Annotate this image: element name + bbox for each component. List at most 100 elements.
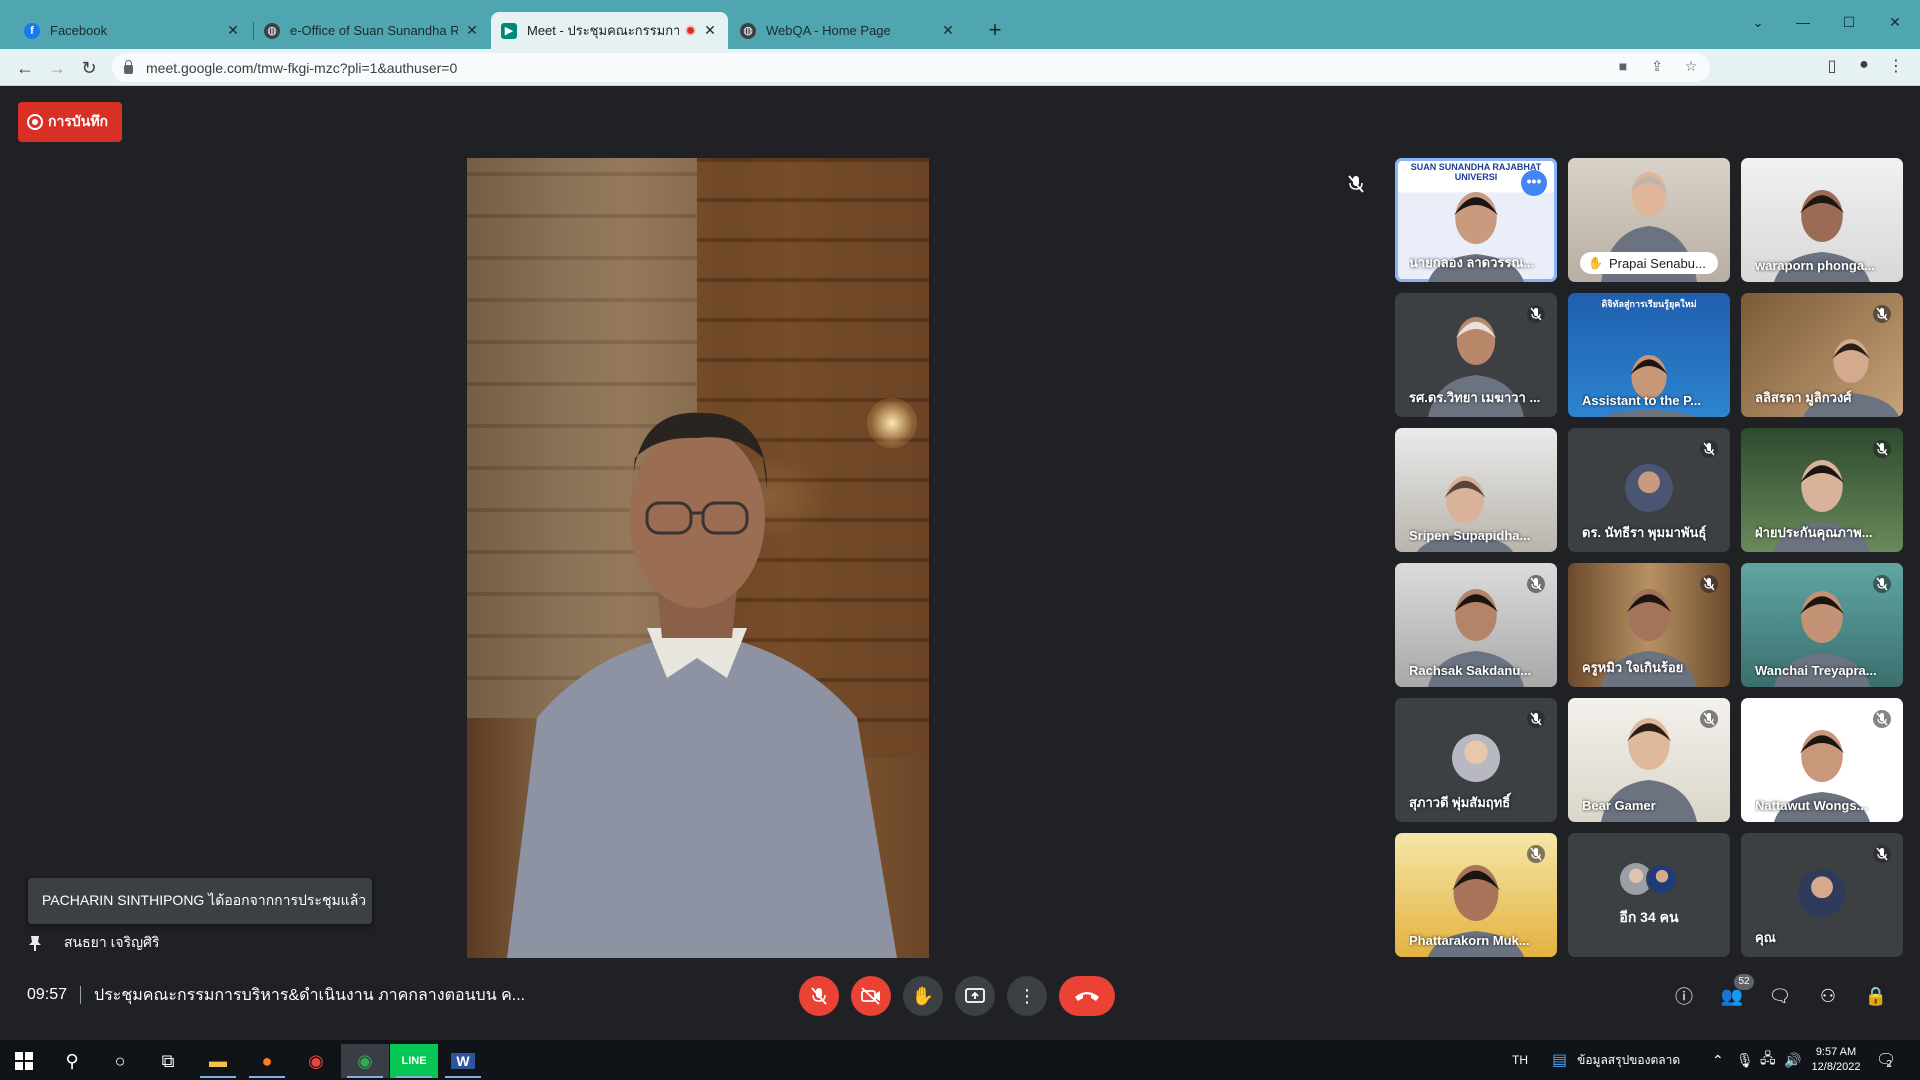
minimize-button[interactable]: —: [1780, 10, 1826, 34]
participant-tile[interactable]: Phattarakorn Muk...: [1395, 833, 1557, 957]
language-indicator[interactable]: TH: [1512, 1040, 1528, 1080]
present-screen-button[interactable]: [955, 976, 995, 1016]
mic-off-icon: [1873, 845, 1891, 863]
tab-label: WebQA - Home Page: [766, 23, 891, 38]
tab-e-office[interactable]: ◍ e-Office of Suan Sunandha Rajab ✕: [254, 12, 490, 49]
close-tab-icon[interactable]: ✕: [225, 22, 241, 39]
close-window-button[interactable]: ✕: [1872, 10, 1918, 34]
side-panel-icon[interactable]: ▯: [1820, 56, 1844, 76]
participant-tile[interactable]: คุณ: [1741, 833, 1903, 957]
windows-logo-icon: [15, 1052, 33, 1070]
cortana-button[interactable]: ○: [96, 1044, 144, 1078]
share-icon[interactable]: ⇪: [1648, 58, 1666, 75]
participant-tile[interactable]: Wanchai Treyapra...: [1741, 563, 1903, 687]
participant-name: Sripen Supapidha...: [1409, 528, 1531, 543]
participant-tile[interactable]: Nattawut Wongs...: [1741, 698, 1903, 822]
tab-facebook[interactable]: f Facebook ✕: [14, 12, 251, 49]
tab-search-icon[interactable]: ⌄: [1735, 10, 1781, 34]
participant-name: Assistant to the P...: [1582, 393, 1701, 408]
raise-hand-button[interactable]: ✋: [903, 976, 943, 1016]
forward-button[interactable]: →: [44, 55, 70, 81]
close-tab-icon[interactable]: ✕: [940, 22, 956, 39]
lock-icon[interactable]: [124, 60, 133, 74]
facebook-icon: f: [24, 22, 40, 39]
clock-time: 9:57 AM: [1815, 1046, 1857, 1058]
chrome-profile-app[interactable]: ◉: [341, 1044, 389, 1078]
file-explorer-app[interactable]: ▬: [194, 1044, 242, 1078]
participant-tile[interactable]: waraporn phonga...: [1741, 158, 1903, 282]
word-app[interactable]: W: [439, 1044, 487, 1078]
chat-button[interactable]: 🗨: [1766, 982, 1794, 1010]
mic-off-icon: [1873, 710, 1891, 728]
volume-tray[interactable]: 🔊: [1784, 1040, 1801, 1080]
meeting-info-button[interactable]: ⓘ: [1670, 982, 1698, 1010]
meet-stage: การบันทึก SUAN SUNANDHA RAJABHAT UNIVERS…: [0, 86, 1920, 1036]
mic-toggle-button[interactable]: [799, 976, 839, 1016]
mic-off-icon: [1873, 575, 1891, 593]
participant-left-toast: PACHARIN SINTHIPONG ได้ออกจากการประชุมแล…: [28, 878, 372, 924]
participant-tile[interactable]: อีก 34 คน: [1568, 833, 1730, 957]
start-button[interactable]: [0, 1044, 48, 1078]
camera-toggle-button[interactable]: [851, 976, 891, 1016]
line-app[interactable]: LINE: [390, 1044, 438, 1078]
news-widget[interactable]: ▤ ข้อมูลสรุปของตลาด: [1552, 1040, 1680, 1080]
participant-tile[interactable]: SUAN SUNANDHA RAJABHAT UNIVERSI ••• นายกลอ…: [1395, 158, 1557, 282]
participant-tile[interactable]: รศ.ดร.วิทยา เมฆาวา ...: [1395, 293, 1557, 417]
raised-hand-icon: ✋: [1588, 256, 1603, 270]
participant-tile[interactable]: ✋ Prapai Senabu...: [1568, 158, 1730, 282]
host-controls-button[interactable]: 🔒: [1862, 982, 1890, 1010]
clock[interactable]: 9:57 AM 12/8/2022: [1808, 1040, 1864, 1080]
network-tray[interactable]: 🖧: [1760, 1040, 1776, 1080]
chrome-app[interactable]: ◉: [292, 1044, 340, 1078]
task-view-button[interactable]: ⧉: [144, 1044, 192, 1078]
browser-menu-icon[interactable]: ⋮: [1884, 56, 1908, 76]
tab-meet[interactable]: ▶ Meet - ประชุมคณะกรรมการบริห ✕: [491, 12, 728, 49]
url-text[interactable]: meet.google.com/tmw-fkgi-mzc?pli=1&authu…: [146, 60, 457, 76]
activities-button[interactable]: ⚇: [1814, 982, 1842, 1010]
chrome-icon: ◉: [308, 1050, 324, 1071]
more-vert-icon: ⋮: [1018, 985, 1036, 1006]
participant-tile[interactable]: ฝ่ายประกันคุณภาพ...: [1741, 428, 1903, 552]
address-bar[interactable]: meet.google.com/tmw-fkgi-mzc?pli=1&authu…: [112, 53, 1710, 82]
participant-name: ฝ่ายประกันคุณภาพ...: [1755, 525, 1873, 540]
participant-tile[interactable]: Sripen Supapidha...: [1395, 428, 1557, 552]
record-icon: [27, 114, 43, 130]
more-options-button[interactable]: ⋮: [1007, 976, 1047, 1016]
more-participants-label: อีก 34 คน: [1619, 909, 1679, 925]
camera-in-use-icon[interactable]: ■: [1614, 58, 1632, 75]
leave-call-button[interactable]: [1059, 976, 1115, 1016]
new-tab-button[interactable]: +: [982, 18, 1008, 44]
line-icon: LINE: [401, 1055, 427, 1067]
recording-chip[interactable]: การบันทึก: [18, 102, 122, 142]
globe-icon: ◍: [264, 22, 280, 39]
firefox-app[interactable]: ●: [243, 1044, 291, 1078]
word-icon: W: [451, 1053, 475, 1069]
activities-icon: ⚇: [1819, 985, 1837, 1006]
close-tab-icon[interactable]: ✕: [702, 22, 718, 39]
tab-label: e-Office of Suan Sunandha Rajab: [290, 23, 458, 38]
close-tab-icon[interactable]: ✕: [464, 22, 480, 39]
profile-avatar[interactable]: ●: [1852, 56, 1876, 74]
search-button[interactable]: ⚲: [48, 1044, 96, 1078]
participant-tile[interactable]: ลลิสรดา มูลิกวงศ์: [1741, 293, 1903, 417]
people-button[interactable]: 👥 52: [1718, 974, 1754, 1010]
participant-tile[interactable]: สุภาวดี พุ่มสัมฤทธิ์: [1395, 698, 1557, 822]
participant-tile[interactable]: Rachsak Sakdanu...: [1395, 563, 1557, 687]
main-speaker-video[interactable]: [467, 158, 929, 958]
maximize-button[interactable]: ☐: [1826, 10, 1872, 34]
participant-tile[interactable]: ครูหมิว ใจเกินร้อย: [1568, 563, 1730, 687]
participant-tile[interactable]: Bear Gamer: [1568, 698, 1730, 822]
reload-button[interactable]: ↻: [76, 55, 102, 81]
microphone-icon: 🎙: [1736, 1051, 1754, 1068]
participant-tile[interactable]: ดิจิทัลสู่การเรียนรู้ยุคใหม่ Assistant to…: [1568, 293, 1730, 417]
microphone-tray[interactable]: 🎙: [1736, 1040, 1754, 1080]
bookmark-star-icon[interactable]: ☆: [1682, 58, 1700, 75]
avatar: [1798, 869, 1846, 917]
tab-webqa[interactable]: ◍ WebQA - Home Page ✕: [730, 12, 966, 49]
back-button[interactable]: ←: [12, 55, 38, 81]
tile-options-button[interactable]: •••: [1521, 170, 1547, 196]
show-hidden-icons[interactable]: ⌃: [1712, 1040, 1724, 1080]
participant-tile[interactable]: ดร. นัทธีรา พุมมาพันธุ์: [1568, 428, 1730, 552]
action-center-button[interactable]: 🗨 2: [1876, 1040, 1896, 1080]
meeting-details: 09:57 ประชุมคณะกรรมการบริหาร&ดำเนินงาน ภ…: [27, 982, 525, 1008]
